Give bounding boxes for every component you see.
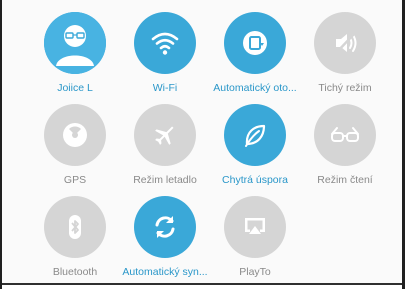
leaf-icon [245, 124, 266, 147]
airplane-icon [155, 126, 174, 145]
tile-label: PlayTo [239, 266, 271, 278]
tile-label: Automatický oto... [213, 82, 297, 94]
bluetooth-icon [69, 215, 81, 239]
sync-icon [155, 216, 175, 238]
wifi-toggle[interactable] [134, 12, 196, 74]
quick-settings-panel: Joiice L Wi-Fi Automatický oto... Tichý … [2, 0, 402, 283]
tile-auto-sync[interactable]: Automatický syn... [115, 196, 215, 278]
playto-icon [245, 218, 265, 234]
tile-label: Tichý režim [318, 82, 372, 94]
tile-label: Bluetooth [52, 266, 98, 278]
tile-bluetooth[interactable]: Bluetooth [25, 196, 125, 278]
tile-auto-rotate[interactable]: Automatický oto... [205, 12, 305, 94]
airplane-mode-toggle[interactable] [134, 104, 196, 166]
tile-label: Režim čtení [317, 174, 373, 186]
tile-label: Joiice L [57, 82, 93, 94]
bottom-divider [2, 283, 402, 285]
reading-mode-toggle[interactable] [314, 104, 376, 166]
wifi-icon [151, 32, 179, 55]
tile-label: GPS [63, 174, 87, 186]
tile-playto[interactable]: PlayTo [205, 196, 305, 278]
silent-mode-icon [335, 32, 357, 54]
avatar-icon [44, 12, 106, 74]
tile-label: Wi-Fi [152, 82, 178, 94]
auto-sync-toggle[interactable] [134, 196, 196, 258]
playto-toggle[interactable] [224, 196, 286, 258]
tile-user[interactable]: Joiice L [25, 12, 125, 94]
tile-label: Chytrá úspora [222, 174, 288, 186]
smart-saving-toggle[interactable] [224, 104, 286, 166]
tile-label: Automatický syn... [122, 266, 208, 278]
tile-label: Režim letadlo [133, 174, 197, 186]
bluetooth-toggle[interactable] [44, 196, 106, 258]
user-avatar[interactable] [44, 12, 106, 74]
gps-icon [63, 123, 87, 147]
tile-wifi[interactable]: Wi-Fi [115, 12, 215, 94]
auto-rotate-toggle[interactable] [224, 12, 286, 74]
auto-rotate-icon [243, 31, 267, 55]
tile-smart-saving[interactable]: Chytrá úspora [205, 104, 305, 186]
tile-airplane[interactable]: Režim letadlo [115, 104, 215, 186]
silent-mode-toggle[interactable] [314, 12, 376, 74]
tile-reading-mode[interactable]: Režim čtení [295, 104, 395, 186]
tile-gps[interactable]: GPS [25, 104, 125, 186]
glasses-icon [331, 127, 359, 142]
gps-toggle[interactable] [44, 104, 106, 166]
tile-silent-mode[interactable]: Tichý režim [295, 12, 395, 94]
